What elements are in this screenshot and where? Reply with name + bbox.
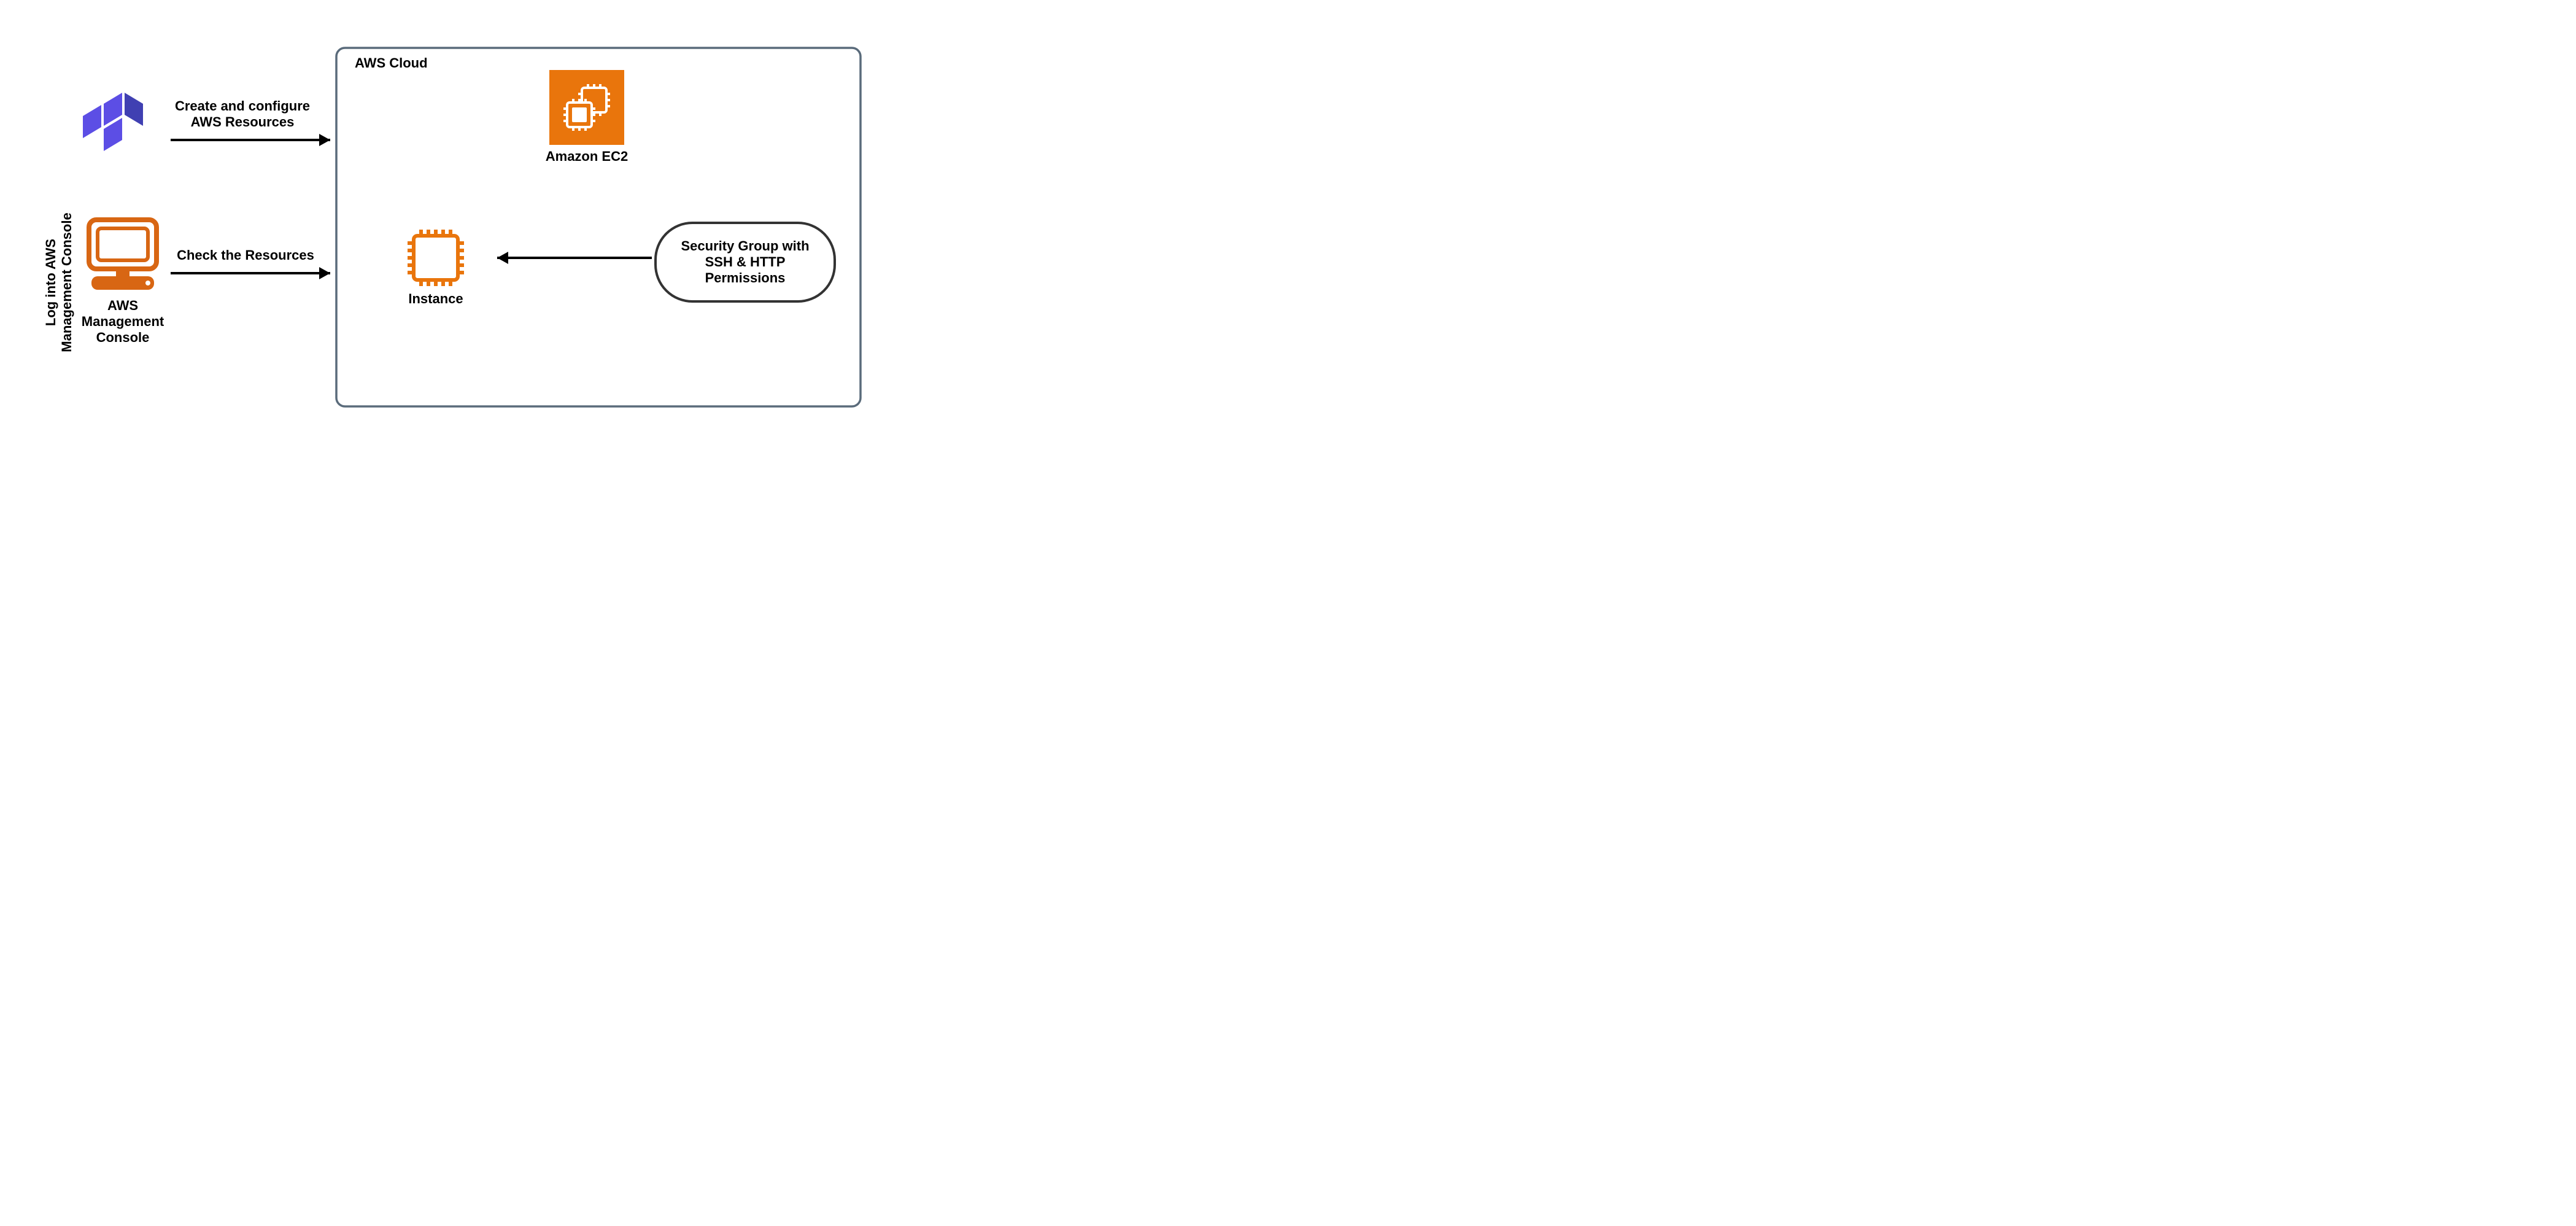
- architecture-diagram: Log into AWS Management Console Create a…: [0, 0, 943, 449]
- amazon-ec2-icon: [549, 70, 624, 145]
- amazon-ec2-label: Amazon EC2: [546, 149, 628, 164]
- arrow-terraform-label-line2: AWS Resources: [191, 114, 295, 130]
- instance-icon: [408, 230, 464, 286]
- arrow-console-label: Check the Resources: [177, 247, 314, 263]
- instance-label: Instance: [408, 291, 463, 306]
- security-group-box: Security Group with SSH & HTTP Permissio…: [656, 223, 835, 301]
- arrow-console-to-cloud: Check the Resources: [171, 247, 330, 279]
- aws-console-icon: [89, 220, 157, 290]
- terraform-icon: [83, 93, 143, 151]
- security-group-line1: Security Group with: [681, 238, 809, 254]
- aws-console-label-line3: Console: [96, 330, 150, 345]
- vertical-login-line1: Log into AWS: [43, 239, 58, 326]
- vertical-login-line2: Management Console: [59, 212, 74, 352]
- security-group-line3: Permissions: [705, 270, 786, 285]
- security-group-line2: SSH & HTTP: [705, 254, 786, 270]
- aws-cloud-title: AWS Cloud: [355, 55, 428, 71]
- arrow-sg-to-instance: [497, 252, 652, 264]
- arrow-terraform-label-line1: Create and configure: [175, 98, 310, 114]
- aws-console-label-line1: AWS: [107, 298, 138, 313]
- aws-console-label: AWS Management Console: [82, 298, 164, 345]
- arrow-terraform-to-cloud: Create and configure AWS Resources: [171, 98, 330, 146]
- aws-console-label-line2: Management: [82, 314, 164, 329]
- vertical-login-label: Log into AWS Management Console: [43, 212, 74, 352]
